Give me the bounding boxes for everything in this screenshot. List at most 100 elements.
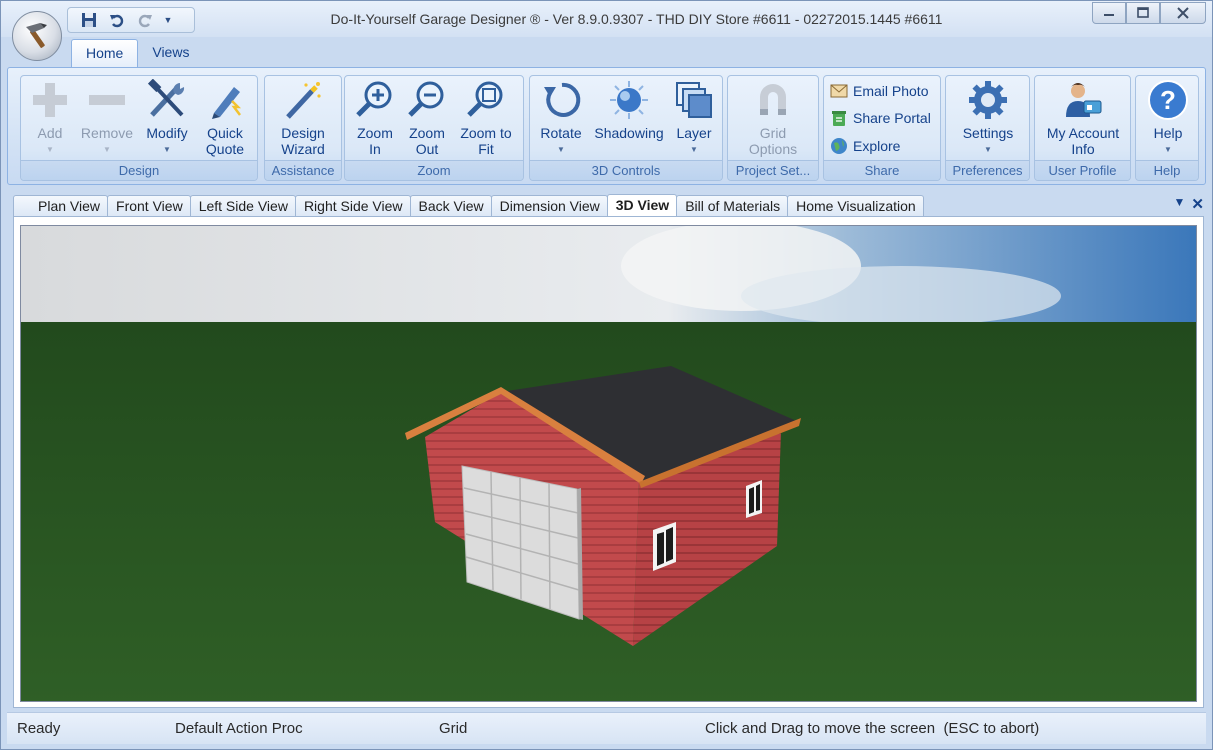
help-button[interactable]: ? Help ▼ [1144, 78, 1192, 158]
group-label-design: Design [21, 160, 257, 180]
my-account-label-2: Info [1071, 141, 1095, 157]
grid-options-label-2: Options [748, 141, 798, 157]
chevron-down-icon: ▼ [690, 145, 698, 154]
rotate-icon [539, 78, 583, 122]
group-share: Email Photo Share Portal Explore Share [823, 75, 941, 181]
zoom-fit-label-2: Fit [478, 141, 494, 157]
tab-plan-view[interactable]: Plan View [13, 195, 109, 216]
design-wizard-button[interactable]: Design Wizard [273, 78, 333, 157]
email-photo-icon [830, 82, 848, 100]
tab-3d-view[interactable]: 3D View [606, 194, 678, 216]
group-3d-controls: Rotate ▼ Shadowing Layer ▼ 3D Controls [529, 75, 723, 181]
close-tab-icon[interactable]: ✕ [1191, 195, 1204, 213]
group-label-user-profile: User Profile [1035, 160, 1130, 180]
status-grid: Grid [439, 720, 468, 737]
garage-3d-scene[interactable] [21, 226, 1197, 702]
app-menu-button[interactable] [12, 11, 62, 61]
zoom-in-button[interactable]: Zoom In [351, 78, 399, 157]
group-label-share: Share [824, 160, 940, 180]
grid-options-label-1: Grid [759, 125, 787, 141]
status-bar: Ready Default Action Proc Grid Click and… [7, 712, 1206, 744]
magnet-icon [751, 78, 795, 122]
tab-dimension-view[interactable]: Dimension View [490, 195, 608, 216]
design-wizard-label-2: Wizard [281, 141, 325, 157]
tab-bill-of-materials[interactable]: Bill of Materials [676, 195, 789, 216]
remove-button[interactable]: Remove ▼ [79, 78, 135, 158]
explore-button[interactable]: Explore [830, 137, 900, 155]
layer-button[interactable]: Layer ▼ [670, 78, 718, 158]
app-window: ▼ Do-It-Yourself Garage Designer ® - Ver… [0, 0, 1213, 750]
quick-quote-label-1: Quick [207, 125, 243, 141]
chevron-down-icon: ▼ [984, 145, 992, 154]
rotate-button[interactable]: Rotate ▼ [536, 78, 586, 158]
zoom-fit-icon [464, 78, 508, 122]
group-project-settings: Grid Options Project Set... [727, 75, 819, 181]
group-label-preferences: Preferences [946, 160, 1029, 180]
zoom-out-label-1: Zoom [409, 125, 445, 141]
sun-icon [607, 78, 651, 122]
zoom-in-label-1: Zoom [357, 125, 393, 141]
group-label-assistance: Assistance [265, 160, 341, 180]
chevron-down-icon: ▼ [103, 145, 111, 154]
share-portal-button[interactable]: Share Portal [830, 109, 931, 127]
add-button[interactable]: Add ▼ [27, 78, 73, 158]
minus-icon [85, 78, 129, 122]
tab-back-view[interactable]: Back View [409, 195, 492, 216]
close-icon[interactable] [1160, 2, 1206, 24]
rotate-label: Rotate [540, 125, 582, 141]
chevron-down-icon: ▼ [1164, 145, 1172, 154]
group-assistance: Design Wizard Assistance [264, 75, 342, 181]
grid-options-button[interactable]: Grid Options [742, 78, 804, 157]
zoom-out-button[interactable]: Zoom Out [403, 78, 451, 157]
group-preferences: Settings ▼ Preferences [945, 75, 1030, 181]
view-panel [13, 216, 1204, 708]
gear-icon [966, 78, 1010, 122]
chevron-down-icon: ▼ [46, 145, 54, 154]
explore-label: Explore [853, 138, 901, 154]
group-design: Add ▼ Remove ▼ Modify ▼ Quick Quote Desi… [20, 75, 258, 181]
tab-front-view[interactable]: Front View [107, 195, 191, 216]
magic-wand-icon [281, 78, 325, 122]
status-hint: Click and Drag to move the screen (ESC t… [705, 720, 1040, 737]
tab-list-dropdown-icon[interactable]: ▼ [1174, 195, 1186, 213]
layer-label: Layer [676, 125, 712, 141]
layers-icon [672, 78, 716, 122]
modify-label: Modify [146, 125, 188, 141]
quick-quote-button[interactable]: Quick Quote [201, 78, 249, 157]
group-label-3d-controls: 3D Controls [530, 160, 722, 180]
tab-left-side-view[interactable]: Left Side View [189, 195, 296, 216]
group-label-zoom: Zoom [345, 160, 523, 180]
title-bar: ▼ Do-It-Yourself Garage Designer ® - Ver… [1, 1, 1212, 61]
email-photo-button[interactable]: Email Photo [830, 82, 928, 100]
status-action: Default Action Proc [175, 720, 303, 737]
my-account-label-1: My Account [1046, 125, 1120, 141]
tab-right-side-view[interactable]: Right Side View [294, 195, 411, 216]
svg-text:?: ? [1160, 85, 1176, 115]
ribbon-tabs: Home Views [71, 39, 203, 67]
zoom-out-icon [405, 78, 449, 122]
minimize-icon[interactable] [1092, 2, 1126, 24]
modify-button[interactable]: Modify ▼ [141, 78, 193, 158]
shadowing-button[interactable]: Shadowing [592, 78, 666, 141]
tab-home[interactable]: Home [71, 39, 139, 67]
quote-pen-icon [203, 78, 247, 122]
3d-viewport[interactable] [20, 225, 1197, 702]
status-ready: Ready [17, 720, 61, 737]
settings-button[interactable]: Settings ▼ [958, 78, 1018, 158]
add-label: Add [37, 125, 63, 141]
group-label-help: Help [1136, 160, 1198, 180]
chevron-down-icon: ▼ [163, 145, 171, 154]
zoom-to-fit-button[interactable]: Zoom to Fit [455, 78, 517, 157]
group-zoom: Zoom In Zoom Out Zoom to Fit Zoom [344, 75, 524, 181]
hammer-icon [26, 23, 47, 48]
settings-label: Settings [962, 125, 1014, 141]
globe-icon [830, 137, 848, 155]
tab-views[interactable]: Views [138, 39, 203, 67]
my-account-info-button[interactable]: My Account Info [1041, 78, 1125, 157]
maximize-icon[interactable] [1126, 2, 1160, 24]
view-tab-controls: ▼ ✕ [1174, 195, 1204, 213]
tab-home-visualization[interactable]: Home Visualization [787, 195, 924, 216]
view-tabs: Plan View Front View Left Side View Righ… [13, 194, 924, 216]
shadowing-label: Shadowing [594, 125, 664, 141]
zoom-fit-label-1: Zoom to [460, 125, 512, 141]
